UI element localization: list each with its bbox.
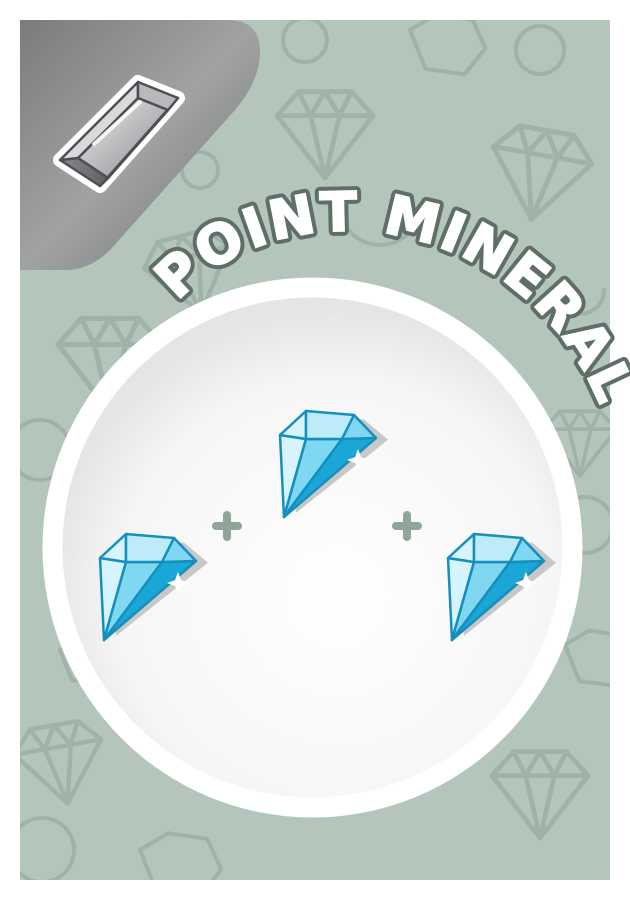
diamond-icon — [278, 409, 388, 519]
plus-icon — [392, 511, 422, 541]
page: POINT MINERALS POINT MINERALS — [0, 0, 630, 900]
plus-icon — [212, 511, 242, 541]
diamond-icon — [98, 532, 208, 642]
diamond-icon — [446, 532, 556, 642]
